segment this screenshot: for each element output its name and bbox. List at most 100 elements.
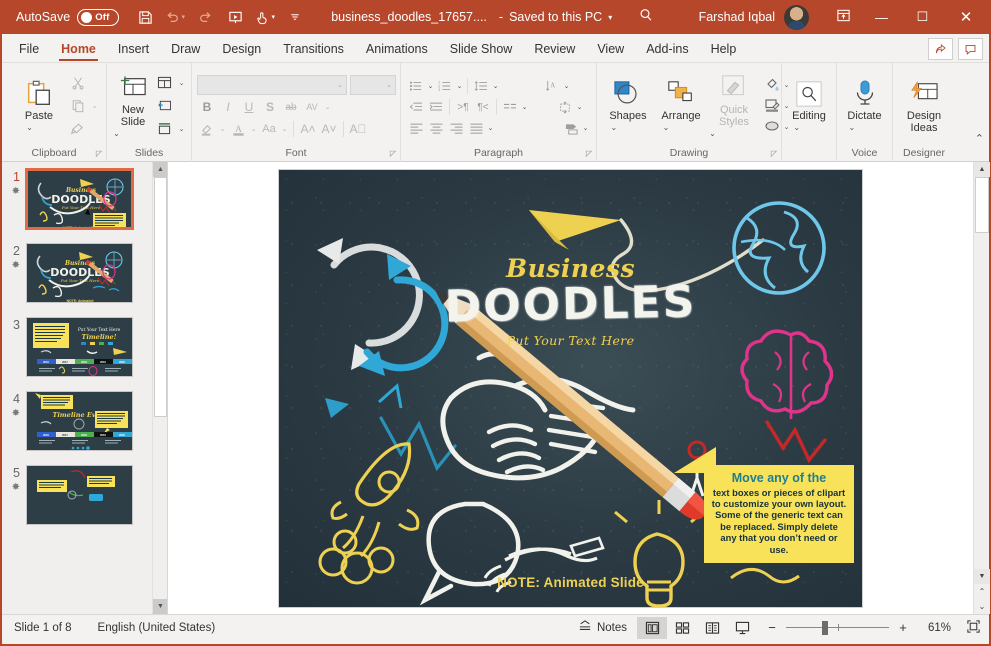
thumbnail-slide-4[interactable]: Timeline Event 20162017201820192020 — [26, 391, 133, 451]
normal-view-button[interactable] — [637, 617, 667, 639]
avatar[interactable] — [784, 5, 809, 30]
ribbon-display-options-icon[interactable] — [825, 8, 861, 26]
thumbnail-slide-5[interactable] — [26, 465, 133, 525]
align-right-icon[interactable] — [446, 118, 466, 138]
design-ideas-button[interactable]: Design Ideas — [898, 76, 950, 136]
text-direction-caret-icon[interactable]: ⌄ — [562, 82, 571, 90]
thumbnail-slide-1[interactable]: Business DOODLES Put Your Text Here — [26, 169, 133, 229]
line-spacing-icon[interactable] — [471, 76, 491, 96]
slide-callout-box[interactable]: Move any of the text boxes or pieces of … — [704, 465, 854, 563]
tab-insert[interactable]: Insert — [107, 35, 160, 62]
font-size-input[interactable]: ⌄ — [350, 75, 396, 95]
reading-view-button[interactable] — [697, 617, 727, 639]
customize-qat-icon[interactable] — [281, 4, 309, 30]
align-left-icon[interactable] — [406, 118, 426, 138]
clear-formatting-button[interactable]: A⃠ — [348, 119, 368, 139]
next-slide-icon[interactable]: ⌄ — [974, 599, 990, 614]
increase-font-size-button[interactable]: A˄ — [298, 119, 318, 139]
bullets-caret-icon[interactable]: ⌄ — [426, 82, 435, 90]
copy-button[interactable]: ⌄ — [67, 95, 99, 117]
canvas-scroll-down-icon[interactable]: ▼ — [974, 569, 990, 584]
shapes-button[interactable]: Shapes⌄ — [602, 76, 654, 136]
close-button[interactable]: ✕ — [943, 0, 989, 34]
thumbnail-slide-2[interactable]: Business DOODLES Put Your Text Here NO — [26, 243, 133, 303]
canvas-scrollbar[interactable]: ▲ ▼ ⌃ ⌄ — [973, 162, 989, 614]
arrange-caret-icon[interactable]: ⌄ — [661, 122, 670, 134]
numbering-icon[interactable]: 123 — [435, 76, 455, 96]
redo-icon[interactable] — [191, 4, 219, 30]
quick-styles-caret-icon[interactable]: ⌄ — [708, 128, 717, 140]
quick-styles-button[interactable]: Quick Styles⌄ — [708, 70, 760, 142]
touch-mode-icon[interactable]: ▾ — [251, 4, 279, 30]
change-case-caret-icon[interactable]: ⌄ — [280, 125, 289, 133]
tab-animations[interactable]: Animations — [355, 35, 439, 62]
underline-button[interactable]: U — [239, 97, 259, 117]
align-text-caret-icon[interactable]: ⌄ — [575, 103, 584, 111]
columns-caret-icon[interactable]: ⌄ — [520, 103, 529, 111]
zoom-slider[interactable] — [786, 621, 889, 635]
dictate-button[interactable]: Dictate⌄ — [842, 76, 887, 136]
paste-caret-icon[interactable]: ⌄ — [25, 122, 34, 134]
undo-caret-icon[interactable]: ▾ — [181, 13, 185, 21]
text-direction-icon[interactable]: A — [542, 76, 562, 96]
list-item[interactable]: 3 Put Your Text Here Timeline! — [2, 317, 151, 377]
list-item[interactable]: 5 ✸ — [2, 465, 151, 525]
thumbnail-scroll-up-icon[interactable]: ▲ — [153, 162, 168, 177]
font-color-caret-icon[interactable]: ⌄ — [249, 125, 258, 133]
text-shadow-button[interactable]: S — [260, 97, 280, 117]
align-text-icon[interactable] — [555, 97, 575, 117]
clipboard-dialog-launcher-icon[interactable]: ◸ — [96, 147, 102, 161]
comments-icon[interactable] — [958, 38, 983, 60]
language-indicator[interactable]: English (United States) — [98, 622, 216, 634]
numbering-caret-icon[interactable]: ⌄ — [455, 82, 464, 90]
notes-button[interactable]: Notes — [568, 620, 637, 635]
increase-indent-icon[interactable] — [426, 97, 446, 117]
decrease-indent-icon[interactable] — [406, 97, 426, 117]
columns-icon[interactable] — [500, 97, 520, 117]
ltr-direction-button[interactable]: >¶ — [453, 97, 473, 117]
decrease-font-size-button[interactable]: A˅ — [319, 119, 339, 139]
shapes-caret-icon[interactable]: ⌄ — [609, 122, 618, 134]
paste-button[interactable]: Paste⌄ — [13, 76, 65, 136]
dictate-caret-icon[interactable]: ⌄ — [847, 122, 856, 134]
tab-view[interactable]: View — [586, 35, 635, 62]
slide-canvas[interactable]: Business DOODLES Put Your Text Here Move… — [279, 170, 862, 607]
highlight-caret-icon[interactable]: ⌄ — [218, 125, 227, 133]
search-icon[interactable] — [638, 7, 654, 27]
new-slide-button[interactable]: New Slide⌄ — [112, 70, 154, 142]
fit-slide-icon[interactable] — [966, 619, 981, 637]
bullets-icon[interactable] — [406, 76, 426, 96]
account-name[interactable]: Farshad Iqbal — [699, 10, 775, 24]
smartart-caret-icon[interactable]: ⌄ — [581, 124, 590, 132]
zoom-out-button[interactable]: − — [765, 620, 779, 635]
line-spacing-caret-icon[interactable]: ⌄ — [491, 82, 500, 90]
autosave-toggle[interactable]: Off — [77, 9, 119, 26]
thumbnail-scrollbar-thumb[interactable] — [154, 177, 167, 417]
character-spacing-button[interactable]: AV — [302, 97, 322, 117]
drawing-dialog-launcher-icon[interactable]: ◸ — [771, 147, 777, 161]
autosave-control[interactable]: AutoSave Off — [16, 9, 119, 26]
bold-button[interactable]: B — [197, 97, 217, 117]
minimize-button[interactable]: — — [861, 0, 902, 34]
thumbnail-scroll-down-icon[interactable]: ▼ — [153, 599, 168, 614]
italic-button[interactable]: I — [218, 97, 238, 117]
list-item[interactable]: 1 ✸ Business DOODLES — [2, 169, 151, 229]
share-icon[interactable] — [928, 38, 953, 60]
paragraph-dialog-launcher-icon[interactable]: ◸ — [586, 147, 592, 161]
save-status[interactable]: - Saved to this PC ▾ — [499, 10, 612, 24]
slide-sorter-view-button[interactable] — [667, 617, 697, 639]
new-slide-caret-icon[interactable]: ⌄ — [112, 128, 121, 140]
slide-show-view-button[interactable] — [727, 617, 757, 639]
previous-slide-icon[interactable]: ⌃ — [974, 584, 990, 599]
undo-icon[interactable]: ▾ — [161, 4, 189, 30]
editing-button[interactable]: Editing⌄ — [787, 76, 831, 136]
arrange-button[interactable]: Arrange⌄ — [655, 76, 707, 136]
canvas-scrollbar-thumb[interactable] — [975, 177, 989, 233]
text-highlight-color-icon[interactable] — [197, 119, 217, 139]
strikethrough-button[interactable]: ab — [281, 97, 301, 117]
tab-transitions[interactable]: Transitions — [272, 35, 355, 62]
section-caret-icon[interactable]: ⌄ — [177, 125, 186, 133]
font-name-input[interactable]: ⌄ — [197, 75, 347, 95]
touch-mode-caret-icon[interactable]: ▾ — [271, 13, 275, 21]
section-button[interactable]: ⌄ — [154, 118, 186, 140]
